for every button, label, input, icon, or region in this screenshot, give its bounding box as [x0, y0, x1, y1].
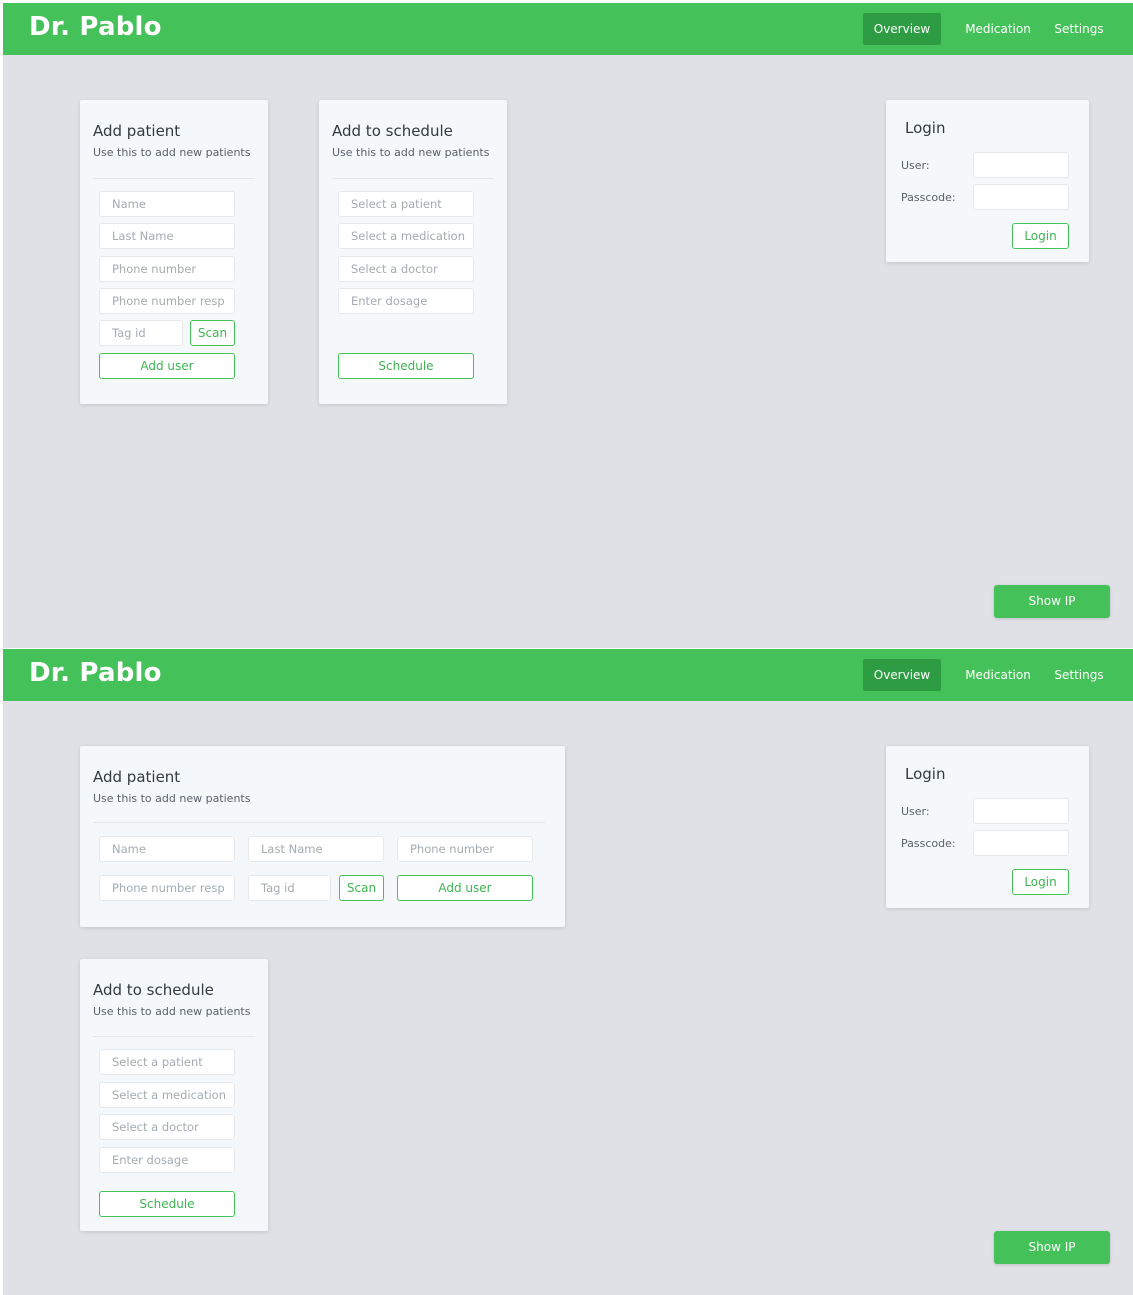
- schedule-title: Add to schedule: [332, 122, 453, 140]
- name-field[interactable]: Name: [99, 191, 235, 217]
- phone-number-field[interactable]: Phone number: [99, 256, 235, 282]
- login-button[interactable]: Login: [1012, 223, 1069, 249]
- add-patient-title: Add patient: [93, 122, 181, 140]
- passcode-input[interactable]: [973, 830, 1069, 856]
- nav-medication[interactable]: Medication: [958, 13, 1038, 45]
- divider: [93, 822, 545, 823]
- add-patient-card: Add patient Use this to add new patients…: [80, 746, 565, 927]
- schedule-button[interactable]: Schedule: [338, 353, 474, 379]
- schedule-title: Add to schedule: [93, 981, 214, 999]
- add-user-button[interactable]: Add user: [397, 875, 533, 901]
- add-to-schedule-card: Add to schedule Use this to add new pati…: [80, 959, 268, 1231]
- user-label: User:: [901, 805, 930, 818]
- add-to-schedule-card: Add to schedule Use this to add new pati…: [319, 100, 507, 404]
- scan-button[interactable]: Scan: [190, 320, 235, 346]
- select-doctor-field[interactable]: Select a doctor: [338, 256, 474, 282]
- tag-id-field[interactable]: Tag id: [248, 875, 331, 901]
- screen-layout-narrow: Dr. Pablo Overview Medication Settings A…: [3, 3, 1133, 648]
- name-field[interactable]: Name: [99, 836, 235, 862]
- add-patient-title: Add patient: [93, 768, 181, 786]
- nav-settings[interactable]: Settings: [1048, 659, 1110, 691]
- divider: [93, 178, 255, 179]
- last-name-field[interactable]: Last Name: [99, 223, 235, 249]
- add-patient-card: Add patient Use this to add new patients…: [80, 100, 268, 404]
- user-input[interactable]: [973, 152, 1069, 178]
- divider: [332, 178, 494, 179]
- login-button[interactable]: Login: [1012, 869, 1069, 895]
- add-patient-subtitle: Use this to add new patients: [93, 792, 251, 805]
- select-patient-field[interactable]: Select a patient: [99, 1049, 235, 1075]
- nav-overview[interactable]: Overview: [863, 659, 941, 691]
- phone-number-resp-field[interactable]: Phone number resp: [99, 875, 235, 901]
- phone-number-field[interactable]: Phone number: [397, 836, 533, 862]
- tag-id-field[interactable]: Tag id: [99, 320, 183, 346]
- passcode-label: Passcode:: [901, 191, 956, 204]
- schedule-button[interactable]: Schedule: [99, 1191, 235, 1217]
- select-doctor-field[interactable]: Select a doctor: [99, 1114, 235, 1140]
- login-card: Login User: Passcode: Login: [886, 746, 1089, 908]
- brand-title: Dr. Pablo: [29, 12, 162, 42]
- schedule-subtitle: Use this to add new patients: [93, 1005, 251, 1018]
- phone-number-resp-field[interactable]: Phone number resp: [99, 288, 235, 314]
- login-title: Login: [905, 119, 946, 137]
- top-navbar: Dr. Pablo Overview Medication Settings: [3, 3, 1133, 55]
- add-patient-subtitle: Use this to add new patients: [93, 146, 251, 159]
- nav-overview[interactable]: Overview: [863, 13, 941, 45]
- select-medication-field[interactable]: Select a medication: [338, 223, 474, 249]
- select-patient-field[interactable]: Select a patient: [338, 191, 474, 217]
- nav-medication[interactable]: Medication: [958, 659, 1038, 691]
- user-label: User:: [901, 159, 930, 172]
- show-ip-button[interactable]: Show IP: [994, 585, 1110, 618]
- login-title: Login: [905, 765, 946, 783]
- passcode-label: Passcode:: [901, 837, 956, 850]
- screen-layout-wide: Dr. Pablo Overview Medication Settings A…: [3, 649, 1133, 1295]
- select-medication-field[interactable]: Select a medication: [99, 1082, 235, 1108]
- brand-title: Dr. Pablo: [29, 658, 162, 688]
- show-ip-button[interactable]: Show IP: [994, 1231, 1110, 1264]
- enter-dosage-field[interactable]: Enter dosage: [338, 288, 474, 314]
- schedule-subtitle: Use this to add new patients: [332, 146, 490, 159]
- nav-settings[interactable]: Settings: [1048, 13, 1110, 45]
- divider: [93, 1036, 255, 1037]
- top-navbar: Dr. Pablo Overview Medication Settings: [3, 649, 1133, 701]
- passcode-input[interactable]: [973, 184, 1069, 210]
- login-card: Login User: Passcode: Login: [886, 100, 1089, 262]
- scan-button[interactable]: Scan: [339, 875, 384, 901]
- user-input[interactable]: [973, 798, 1069, 824]
- add-user-button[interactable]: Add user: [99, 353, 235, 379]
- last-name-field[interactable]: Last Name: [248, 836, 384, 862]
- enter-dosage-field[interactable]: Enter dosage: [99, 1147, 235, 1173]
